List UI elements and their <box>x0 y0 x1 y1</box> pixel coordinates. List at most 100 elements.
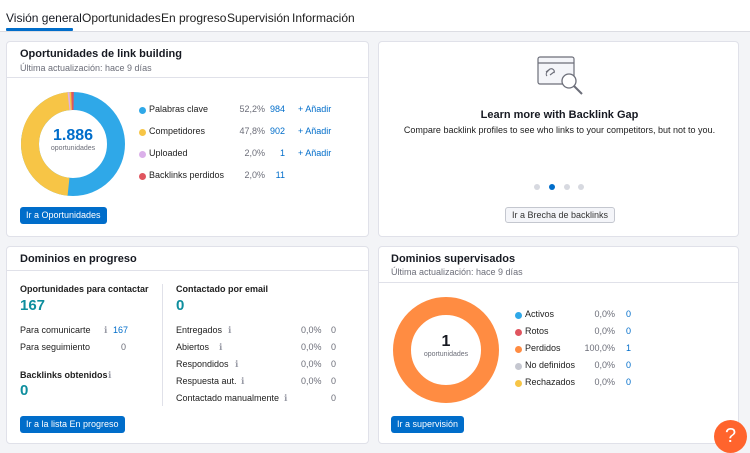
legend-pct: 0,0% <box>594 309 615 319</box>
carousel-dot-4[interactable] <box>578 184 584 190</box>
tab-en-progreso[interactable]: En progreso <box>161 11 226 25</box>
info-icon[interactable]: ℹ <box>284 393 287 404</box>
go-to-monitoring-button[interactable]: Ir a supervisión <box>391 416 465 433</box>
row-value: 0 <box>331 376 337 386</box>
card-title: Dominios en progreso <box>20 253 137 265</box>
carousel-dot-3[interactable] <box>564 184 570 190</box>
legend-row-uploaded: Uploaded 2,0% 1 + Añadir <box>139 148 349 162</box>
row-value: 0 <box>331 393 337 403</box>
card-subtitle: Última actualización: hace 9 días <box>391 267 523 277</box>
legend-label: Uploaded <box>149 148 188 158</box>
legend-dot <box>515 380 522 387</box>
go-to-backlink-gap-button[interactable]: Ir a Brecha de backlinks <box>505 207 616 223</box>
legend-label: Perdidos <box>525 343 561 353</box>
legend-pct: 2,0% <box>244 148 265 158</box>
tab-bar: Visión general Oportunidades En progreso… <box>0 0 750 32</box>
row-value[interactable]: 167 <box>113 325 128 335</box>
row-pct: 0,0% <box>301 342 322 352</box>
divider <box>379 282 738 283</box>
divider <box>7 270 368 271</box>
legend-value[interactable]: 11 <box>267 170 285 180</box>
go-to-opportunities-button[interactable]: Ir a Oportunidades <box>20 207 107 224</box>
legend-dot <box>515 312 522 319</box>
legend-label: Activos <box>525 309 555 319</box>
row-label: Respondidos <box>176 359 229 369</box>
divider <box>7 77 368 78</box>
row-pct: 0,0% <box>301 376 322 386</box>
legend-value[interactable]: 902 <box>267 126 285 136</box>
add-competitors-button[interactable]: + Añadir <box>298 126 331 136</box>
info-icon[interactable]: ℹ <box>108 370 111 381</box>
add-keywords-button[interactable]: + Añadir <box>298 104 331 114</box>
carousel-dot-1[interactable] <box>534 184 540 190</box>
legend-pct: 0,0% <box>594 326 615 336</box>
legend-label: No definidos <box>525 360 576 370</box>
promo-title: Learn more with Backlink Gap <box>480 109 639 121</box>
donut-center: 1.886 oportunidades <box>33 127 113 152</box>
legend-row-rotos: Rotos 0,0% 0 <box>515 326 645 340</box>
obtained-value: 0 <box>20 382 29 399</box>
to-contact-value: 167 <box>20 297 46 314</box>
legend-pct: 0,0% <box>594 377 615 387</box>
legend-label: Palabras clave <box>149 104 209 114</box>
legend-label: Rechazados <box>525 377 576 387</box>
legend-row-rechazados: Rechazados 0,0% 0 <box>515 377 645 391</box>
row-label: Contactado manualmente <box>176 393 280 403</box>
legend-row-competidores: Competidores 47,8% 902 + Añadir <box>139 126 349 140</box>
legend-dot <box>515 329 522 336</box>
backlink-gap-promo-card: Learn more with Backlink Gap Compare bac… <box>378 41 739 237</box>
legend-label: Backlinks perdidos <box>149 170 225 180</box>
legend-value[interactable]: 984 <box>267 104 285 114</box>
email-label: Contactado por email <box>176 284 269 294</box>
legend-value[interactable]: 1 <box>267 148 285 158</box>
to-contact-label: Oportunidades para contactar <box>20 284 149 294</box>
info-icon[interactable]: ℹ <box>241 376 244 387</box>
legend-dot <box>139 151 146 158</box>
row-label: Para seguimiento <box>20 342 91 352</box>
info-icon[interactable]: ℹ <box>228 325 231 336</box>
legend-pct: 52,2% <box>239 104 265 114</box>
monitored-total: 1 <box>441 333 451 350</box>
tab-vision-general[interactable]: Visión general <box>6 11 82 25</box>
legend-dot <box>139 107 146 114</box>
row-label: Entregados <box>176 325 223 335</box>
legend-dot <box>139 173 146 180</box>
go-to-in-progress-button[interactable]: Ir a la lista En progreso <box>20 416 125 433</box>
legend-value[interactable]: 1 <box>617 343 631 353</box>
row-label: Respuesta aut. <box>176 376 237 386</box>
legend-row-backlinks-perdidos: Backlinks perdidos 2,0% 11 <box>139 170 349 184</box>
promo-text: Compare backlink profiles to see who lin… <box>403 125 716 135</box>
info-icon[interactable]: ℹ <box>104 325 107 336</box>
info-icon[interactable]: ℹ <box>219 342 222 353</box>
legend-dot <box>515 363 522 370</box>
add-uploaded-button[interactable]: + Añadir <box>298 148 331 158</box>
legend-value[interactable]: 0 <box>617 309 631 319</box>
legend-pct: 2,0% <box>244 170 265 180</box>
tab-supervision[interactable]: Supervisión <box>227 11 290 25</box>
help-button[interactable]: ? <box>714 420 747 453</box>
legend-dot <box>515 346 522 353</box>
obtained-label: Backlinks obtenidos <box>20 370 108 380</box>
carousel-dot-2[interactable] <box>549 184 555 190</box>
row-pct: 0,0% <box>301 325 322 335</box>
card-title: Dominios supervisados <box>391 253 516 265</box>
tab-oportunidades[interactable]: Oportunidades <box>82 11 161 25</box>
row-value: 0 <box>331 325 337 335</box>
legend-row-perdidos: Perdidos 100,0% 1 <box>515 343 645 357</box>
backlink-search-icon <box>537 56 583 95</box>
legend-label: Rotos <box>525 326 549 336</box>
row-value: 0 <box>331 342 337 352</box>
card-subtitle: Última actualización: hace 9 días <box>20 63 152 73</box>
legend-dot <box>139 129 146 136</box>
opportunities-total: 1.886 <box>52 127 94 144</box>
row-pct: 0,0% <box>301 359 322 369</box>
legend-value[interactable]: 0 <box>617 360 631 370</box>
info-icon[interactable]: ℹ <box>235 359 238 370</box>
row-label: Abiertos <box>176 342 210 352</box>
legend-row-palabras-clave: Palabras clave 52,2% 984 + Añadir <box>139 104 349 118</box>
legend-value[interactable]: 0 <box>617 326 631 336</box>
legend-pct: 47,8% <box>239 126 265 136</box>
legend-row-no-definidos: No definidos 0,0% 0 <box>515 360 645 374</box>
legend-value[interactable]: 0 <box>617 377 631 387</box>
tab-informacion[interactable]: Información <box>292 11 355 25</box>
